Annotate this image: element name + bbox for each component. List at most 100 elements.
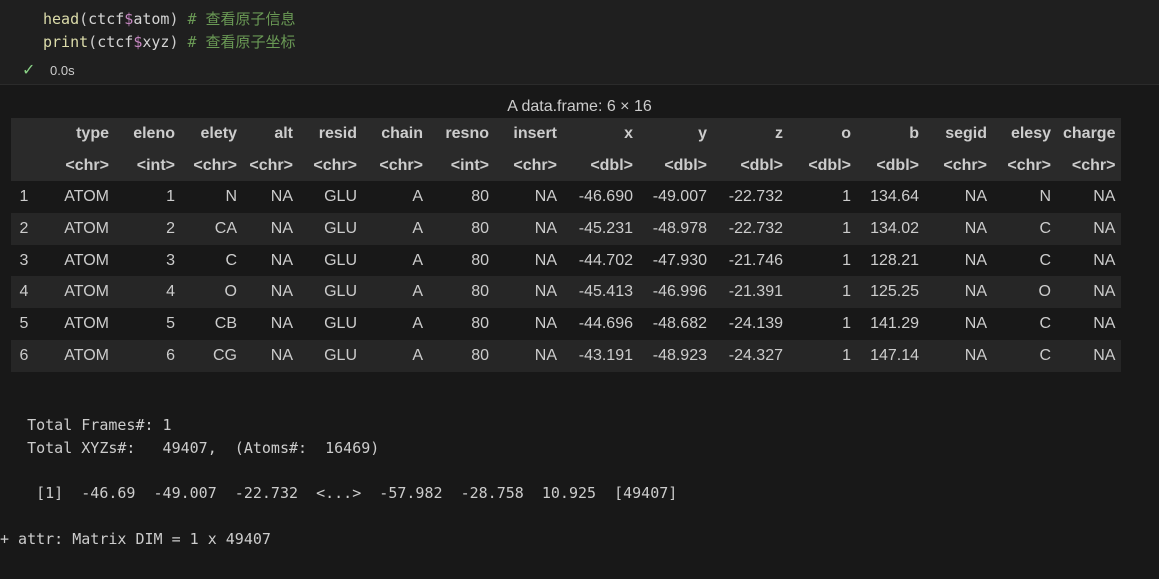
table-cell: 134.64 <box>870 188 919 206</box>
table-cell: 80 <box>471 283 489 301</box>
table-cell: A <box>412 219 423 237</box>
table-cell: NA <box>270 219 293 237</box>
table-cell: -48.978 <box>652 219 707 237</box>
table-cell: -48.682 <box>652 314 707 332</box>
column-header: o <box>841 124 851 142</box>
column-type: <chr> <box>65 156 109 174</box>
paren-open: ( <box>79 10 89 28</box>
table-cell: -21.746 <box>728 251 783 269</box>
table-cell: NA <box>534 219 557 237</box>
object-name: ctcf <box>97 33 134 51</box>
table-cell: 80 <box>471 346 489 364</box>
table-cell: -22.732 <box>728 188 783 206</box>
table-cell: NA <box>534 314 557 332</box>
row-index: 6 <box>19 346 29 364</box>
table-row: 4 ATOM 4 O NA GLU A 80 NA -45.413 -46.996 -21.391 1 1… <box>11 276 1122 309</box>
table-cell: A <box>412 283 423 301</box>
table-cell: N <box>225 188 237 206</box>
dollar-operator: $ <box>124 10 134 28</box>
table-cell: -24.327 <box>728 346 783 364</box>
table-cell: 141.29 <box>870 314 919 332</box>
table-cell: NA <box>270 283 293 301</box>
cell-output: A data.frame: 6 × 16 type eleno elety alt re… <box>0 85 1159 579</box>
table-cell: NA <box>964 346 987 364</box>
table-cell: NA <box>270 346 293 364</box>
table-cell: NA <box>1093 346 1116 364</box>
column-type: <chr> <box>1071 156 1116 174</box>
table-cell: C <box>1039 346 1051 364</box>
table-cell: NA <box>270 188 293 206</box>
execution-time: 0.0s <box>50 62 75 78</box>
table-cell: -44.702 <box>578 251 633 269</box>
function-name: head <box>43 10 80 28</box>
column-header: y <box>698 124 707 142</box>
column-type: <dbl> <box>740 156 783 174</box>
table-cell: 80 <box>471 188 489 206</box>
table-cell: -46.690 <box>578 188 633 206</box>
code-line-2[interactable]: print(ctcf$xyz) # 查看原子坐标 <box>43 31 296 52</box>
column-header: alt <box>274 124 293 142</box>
table-cell: NA <box>534 251 557 269</box>
table-cell: 1 <box>166 188 175 206</box>
table-cell: C <box>1039 219 1051 237</box>
column-type: <chr> <box>1007 156 1051 174</box>
table-cell: -21.391 <box>728 283 783 301</box>
table-cell: 125.25 <box>870 283 919 301</box>
header-row-types: <chr> <int> <chr> <chr> <chr> <chr> <int> <chr>… <box>11 149 1122 182</box>
table-cell: -44.696 <box>578 314 633 332</box>
column-type: <chr> <box>513 156 557 174</box>
table-cell: -48.923 <box>652 346 707 364</box>
dataframe-body: 1 ATOM 1 N NA GLU A 80 NA -46.690 -49.007 -22.732 1 1… <box>11 181 1122 372</box>
table-row: 1 ATOM 1 N NA GLU A 80 NA -46.690 -49.007 -22.732 1 1… <box>11 181 1121 213</box>
row-index: 3 <box>19 251 29 269</box>
table-cell: 3 <box>166 251 175 269</box>
table-cell: NA <box>1093 219 1116 237</box>
console-line-vector: [1] -46.69 -49.007 -22.732 <...> -57.982… <box>0 484 678 502</box>
table-cell: -24.139 <box>728 314 783 332</box>
table-cell: 1 <box>842 346 851 364</box>
table-cell: C <box>1039 314 1051 332</box>
table-cell: C <box>225 251 237 269</box>
row-index: 5 <box>19 314 29 332</box>
table-cell: 1 <box>842 219 851 237</box>
code-cell[interactable]: head(ctcf$atom) # 查看原子信息 print(ctcf$xyz)… <box>0 0 1159 85</box>
table-cell: ATOM <box>64 188 109 206</box>
column-type: <chr> <box>379 156 423 174</box>
table-row: 3 ATOM 3 C NA GLU A 80 NA -44.702 -47.930 -21.746 1 1… <box>11 245 1121 277</box>
table-cell: -22.732 <box>728 219 783 237</box>
column-type: <chr> <box>249 156 293 174</box>
check-icon: ✓ <box>22 62 36 79</box>
field-name: atom <box>133 10 170 28</box>
table-cell: 1 <box>842 283 851 301</box>
table-cell: A <box>412 251 423 269</box>
table-cell: 80 <box>471 251 489 269</box>
row-index: 4 <box>19 283 29 301</box>
table-cell: CB <box>214 314 237 332</box>
table-cell: 1 <box>842 314 851 332</box>
column-header: chain <box>381 124 423 142</box>
column-type: <dbl> <box>664 156 707 174</box>
code-comment: # 查看原子信息 <box>178 10 296 28</box>
column-header: resid <box>318 124 357 142</box>
table-cell: CG <box>213 346 237 364</box>
console-output: Total Frames#: 1 Total XYZs#: 49407, (At… <box>0 85 677 548</box>
column-type: <dbl> <box>590 156 633 174</box>
table-cell: -46.996 <box>652 283 707 301</box>
table-cell: -47.930 <box>652 251 707 269</box>
column-type: <dbl> <box>876 156 919 174</box>
table-cell: 1 <box>842 188 851 206</box>
header-row-names: type eleno elety alt resid chain resno insert x y… <box>11 118 1122 150</box>
table-cell: NA <box>964 219 987 237</box>
column-type: <chr> <box>193 156 237 174</box>
column-header: eleno <box>133 124 175 142</box>
table-cell: 2 <box>166 219 175 237</box>
column-header: charge <box>1063 124 1116 142</box>
code-line-1[interactable]: head(ctcf$atom) # 查看原子信息 <box>43 8 296 29</box>
table-cell: CA <box>214 219 237 237</box>
column-type: <dbl> <box>808 156 851 174</box>
table-cell: 5 <box>166 314 175 332</box>
console-line-attr: + attr: Matrix DIM = 1 x 49407 <box>0 530 271 548</box>
table-cell: 4 <box>166 283 175 301</box>
table-cell: 134.02 <box>870 219 919 237</box>
paren-open: ( <box>88 33 98 51</box>
